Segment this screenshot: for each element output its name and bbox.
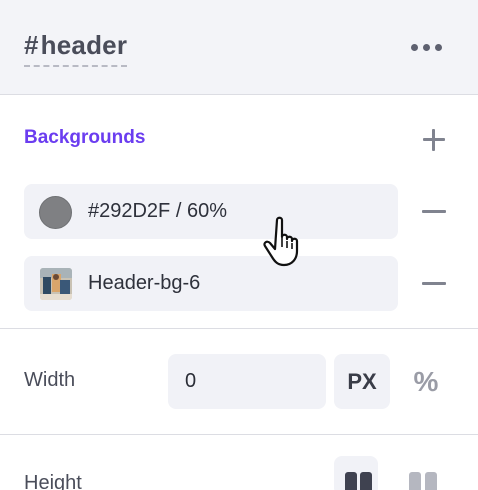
section-divider — [0, 434, 478, 435]
background-item-label: #292D2F / 60% — [88, 200, 227, 222]
image-thumbnail — [40, 268, 72, 300]
background-item-image[interactable]: Header-bg-6 — [24, 256, 398, 311]
add-background-icon[interactable] — [420, 126, 448, 154]
selector-name[interactable]: #header — [24, 30, 128, 67]
background-item-color[interactable]: #292D2F / 60% — [24, 184, 398, 239]
selector-hash: # — [24, 30, 39, 60]
height-label: Height — [24, 472, 82, 490]
color-swatch[interactable] — [39, 196, 72, 229]
selector-header: #header — [0, 0, 478, 95]
width-label: Width — [24, 369, 76, 391]
section-divider — [0, 328, 478, 329]
unit-percent-button[interactable]: % — [398, 354, 454, 409]
height-mode-auto-icon[interactable] — [334, 456, 378, 490]
unit-px-button[interactable]: PX — [334, 354, 390, 409]
width-input[interactable] — [168, 354, 326, 409]
more-options-icon[interactable] — [404, 34, 448, 60]
remove-background-icon[interactable] — [421, 202, 447, 222]
background-item-label: Header-bg-6 — [88, 272, 201, 294]
backgrounds-section-title: Backgrounds — [24, 127, 146, 148]
selector-label: header — [40, 30, 128, 60]
height-mode-fixed-icon[interactable] — [404, 456, 448, 490]
remove-background-icon[interactable] — [421, 274, 447, 294]
